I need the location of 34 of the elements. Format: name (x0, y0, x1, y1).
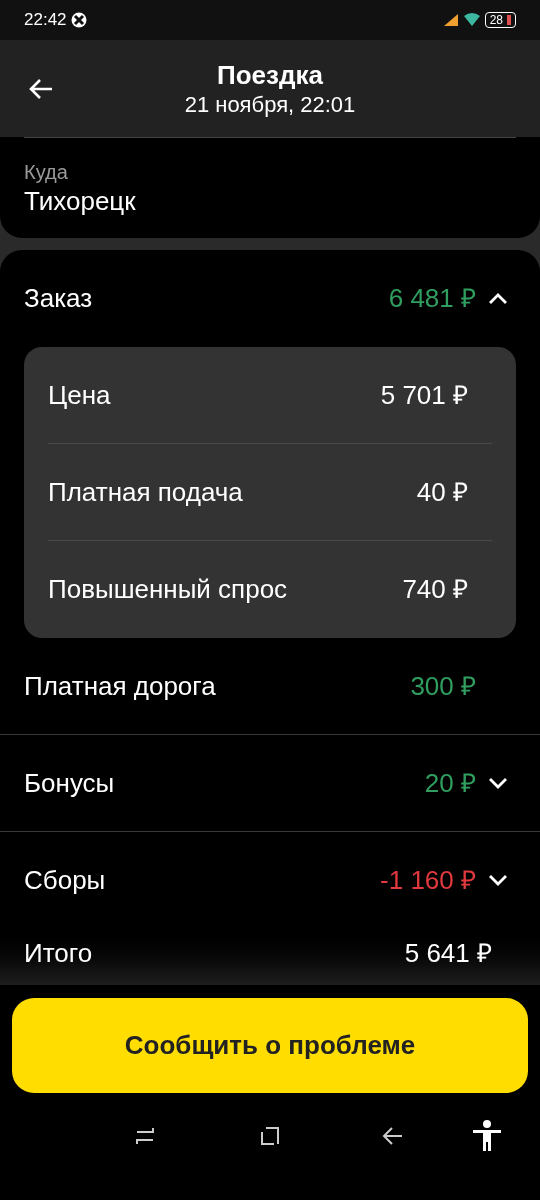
report-problem-button[interactable]: Сообщить о проблеме (12, 998, 528, 1093)
row-label: Бонусы (24, 766, 115, 800)
total-label: Итого (24, 936, 93, 970)
chevron-icon[interactable] (488, 291, 508, 306)
destination-value: Тихорецк (24, 185, 137, 217)
row-label: Сборы (24, 863, 106, 897)
destination-label: Куда (24, 160, 69, 185)
back-nav-icon[interactable] (382, 1125, 404, 1146)
order-amount: 6 481 ₽ (388, 282, 476, 315)
battery-level: 28 (489, 13, 503, 27)
back-icon[interactable] (28, 77, 54, 100)
status-time: 22:42 (24, 9, 67, 32)
home-icon[interactable] (260, 1125, 280, 1146)
order-label: Заказ (24, 282, 93, 315)
detail-amount: 40 ₽ (416, 475, 468, 509)
detail-label: Платная подача (48, 475, 243, 509)
chevron-icon[interactable] (488, 873, 508, 887)
detail-amount: 5 701 ₽ (380, 378, 468, 412)
signal-icon (442, 13, 459, 27)
screen-subtitle: 21 ноября, 22:01 (184, 90, 356, 119)
row-amount: 300 ₽ (410, 669, 476, 703)
detail-label: Повышенный спрос (48, 573, 288, 606)
detail-amount: 740 ₽ (402, 573, 468, 606)
row-amount: -1 160 ₽ (380, 863, 476, 897)
recent-apps-icon[interactable] (135, 1125, 155, 1146)
detail-label: Цена (48, 378, 111, 412)
chevron-icon[interactable] (488, 776, 508, 790)
notification-icon (70, 12, 87, 28)
row-label: Платная дорога (24, 669, 216, 703)
screen-title: Поездка (217, 58, 323, 91)
total-amount: 5 641 ₽ (404, 936, 492, 970)
wifi-icon (462, 13, 481, 27)
accessibility-icon[interactable] (472, 1119, 502, 1152)
row-amount: 20 ₽ (424, 766, 476, 800)
